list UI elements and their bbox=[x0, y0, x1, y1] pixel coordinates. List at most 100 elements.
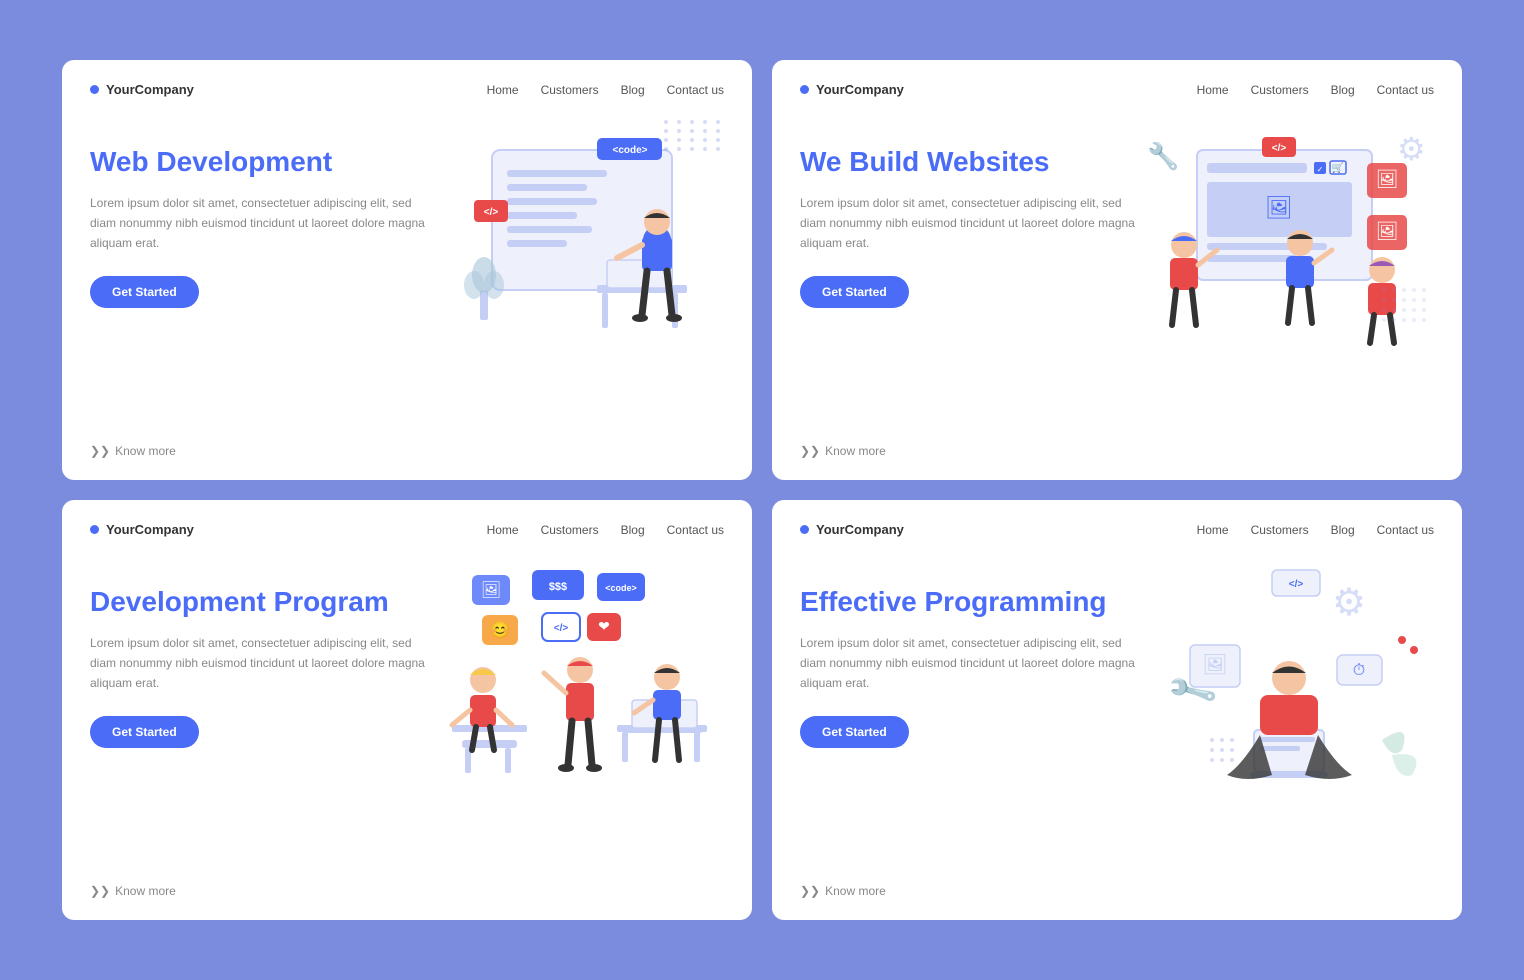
dots-decoration-1 bbox=[664, 120, 724, 151]
nav-home-3[interactable]: Home bbox=[487, 523, 519, 537]
card-desc-3: Lorem ipsum dolor sit amet, consectetuer… bbox=[90, 633, 430, 694]
card-desc-2: Lorem ipsum dolor sit amet, consectetuer… bbox=[800, 193, 1140, 254]
card-web-dev: YourCompany Home Customers Blog Contact … bbox=[62, 60, 752, 480]
nav-blog-1[interactable]: Blog bbox=[621, 83, 645, 97]
know-more-icon-2: ❯❯ bbox=[800, 444, 820, 458]
web-dev-svg: <code> </> bbox=[442, 130, 712, 360]
nav-blog-4[interactable]: Blog bbox=[1331, 523, 1355, 537]
card-title-3: Development Program bbox=[90, 585, 430, 619]
illustration-build-websites: ⚙ 🔧 ✓ 🛒 🖼 bbox=[1140, 115, 1434, 375]
know-more-4[interactable]: ❯❯ Know more bbox=[800, 884, 886, 898]
card-desc-4: Lorem ipsum dolor sit amet, consectetuer… bbox=[800, 633, 1140, 694]
know-more-2[interactable]: ❯❯ Know more bbox=[800, 444, 886, 458]
nav-blog-2[interactable]: Blog bbox=[1331, 83, 1355, 97]
nav-contact-4[interactable]: Contact us bbox=[1377, 523, 1434, 537]
get-started-btn-1[interactable]: Get Started bbox=[90, 276, 199, 308]
know-more-label-2: Know more bbox=[825, 444, 886, 458]
svg-text:❤: ❤ bbox=[598, 618, 610, 634]
svg-text:$$$: $$$ bbox=[549, 581, 567, 593]
card-nav-3: YourCompany Home Customers Blog Contact … bbox=[90, 522, 724, 537]
card-title-4: Effective Programming bbox=[800, 585, 1140, 619]
card-title-2: We Build Websites bbox=[800, 145, 1140, 179]
know-more-icon-1: ❯❯ bbox=[90, 444, 110, 458]
svg-text:⚙: ⚙ bbox=[1332, 582, 1366, 624]
card-nav-4: YourCompany Home Customers Blog Contact … bbox=[800, 522, 1434, 537]
svg-text:🖼: 🖼 bbox=[481, 581, 501, 599]
nav-home-4[interactable]: Home bbox=[1197, 523, 1229, 537]
nav-customers-3[interactable]: Customers bbox=[541, 523, 599, 537]
svg-text:🖼: 🖼 bbox=[1376, 221, 1399, 241]
get-started-btn-4[interactable]: Get Started bbox=[800, 716, 909, 748]
svg-text:🛒: 🛒 bbox=[1332, 161, 1344, 174]
brand-dot-3 bbox=[90, 525, 99, 534]
know-more-3[interactable]: ❯❯ Know more bbox=[90, 884, 176, 898]
illustration-eff-programming: </> ⚙ 🔧 🖼 ⏱ bbox=[1140, 555, 1434, 815]
svg-text:⏱: ⏱ bbox=[1353, 662, 1365, 679]
brand-dot-1 bbox=[90, 85, 99, 94]
nav-links-4: Home Customers Blog Contact us bbox=[1197, 523, 1434, 537]
nav-links-2: Home Customers Blog Contact us bbox=[1197, 83, 1434, 97]
card-content-4: Effective Programming Lorem ipsum dolor … bbox=[800, 555, 1434, 865]
brand-name-1: YourCompany bbox=[106, 82, 194, 97]
get-started-btn-3[interactable]: Get Started bbox=[90, 716, 199, 748]
card-content-1: Web Development Lorem ipsum dolor sit am… bbox=[90, 115, 724, 425]
illustration-dev-program: 🖼 $$$ <code> 😊 ❤ bbox=[430, 555, 724, 815]
nav-contact-1[interactable]: Contact us bbox=[667, 83, 724, 97]
nav-links-1: Home Customers Blog Contact us bbox=[487, 83, 724, 97]
card-text-1: Web Development Lorem ipsum dolor sit am… bbox=[90, 115, 430, 308]
card-nav-1: YourCompany Home Customers Blog Contact … bbox=[90, 82, 724, 97]
svg-text:<code>: <code> bbox=[612, 145, 647, 156]
card-text-2: We Build Websites Lorem ipsum dolor sit … bbox=[800, 115, 1140, 308]
illustration-web-dev: <code> </> bbox=[430, 115, 724, 375]
card-text-3: Development Program Lorem ipsum dolor si… bbox=[90, 555, 430, 748]
svg-text:</>: </> bbox=[484, 207, 499, 218]
brand-1: YourCompany bbox=[90, 82, 194, 97]
brand-3: YourCompany bbox=[90, 522, 194, 537]
svg-text:</>: </> bbox=[1289, 579, 1304, 590]
nav-customers-1[interactable]: Customers bbox=[541, 83, 599, 97]
dots-decoration-2 bbox=[1374, 280, 1434, 345]
card-content-2: We Build Websites Lorem ipsum dolor sit … bbox=[800, 115, 1434, 425]
svg-text:🔧: 🔧 bbox=[1147, 140, 1179, 171]
svg-text:🖼: 🖼 bbox=[1202, 654, 1227, 676]
card-dev-program: YourCompany Home Customers Blog Contact … bbox=[62, 500, 752, 920]
card-nav-2: YourCompany Home Customers Blog Contact … bbox=[800, 82, 1434, 97]
know-more-label-3: Know more bbox=[115, 884, 176, 898]
eff-programming-svg: </> ⚙ 🔧 🖼 ⏱ bbox=[1142, 565, 1432, 805]
dev-program-svg: 🖼 $$$ <code> 😊 ❤ bbox=[432, 565, 722, 805]
brand-name-2: YourCompany bbox=[816, 82, 904, 97]
know-more-1[interactable]: ❯❯ Know more bbox=[90, 444, 176, 458]
svg-text:⚙: ⚙ bbox=[1397, 131, 1426, 167]
nav-contact-3[interactable]: Contact us bbox=[667, 523, 724, 537]
brand-dot-2 bbox=[800, 85, 809, 94]
card-desc-1: Lorem ipsum dolor sit amet, consectetuer… bbox=[90, 193, 430, 254]
nav-links-3: Home Customers Blog Contact us bbox=[487, 523, 724, 537]
brand-name-3: YourCompany bbox=[106, 522, 194, 537]
nav-customers-4[interactable]: Customers bbox=[1251, 523, 1309, 537]
nav-contact-2[interactable]: Contact us bbox=[1377, 83, 1434, 97]
svg-text:😊: 😊 bbox=[490, 621, 510, 639]
brand-2: YourCompany bbox=[800, 82, 904, 97]
know-more-icon-4: ❯❯ bbox=[800, 884, 820, 898]
nav-home-1[interactable]: Home bbox=[487, 83, 519, 97]
nav-blog-3[interactable]: Blog bbox=[621, 523, 645, 537]
card-title-1: Web Development bbox=[90, 145, 430, 179]
card-build-websites: YourCompany Home Customers Blog Contact … bbox=[772, 60, 1462, 480]
nav-home-2[interactable]: Home bbox=[1197, 83, 1229, 97]
nav-customers-2[interactable]: Customers bbox=[1251, 83, 1309, 97]
svg-text:🖼: 🖼 bbox=[1376, 169, 1399, 189]
svg-text:✓: ✓ bbox=[1317, 165, 1324, 174]
card-eff-programming: YourCompany Home Customers Blog Contact … bbox=[772, 500, 1462, 920]
know-more-label-1: Know more bbox=[115, 444, 176, 458]
brand-4: YourCompany bbox=[800, 522, 904, 537]
brand-name-4: YourCompany bbox=[816, 522, 904, 537]
card-text-4: Effective Programming Lorem ipsum dolor … bbox=[800, 555, 1140, 748]
brand-dot-4 bbox=[800, 525, 809, 534]
svg-text:<code>: <code> bbox=[605, 583, 637, 593]
svg-text:</>: </> bbox=[1272, 143, 1287, 154]
svg-text:🖼: 🖼 bbox=[1265, 195, 1293, 220]
know-more-icon-3: ❯❯ bbox=[90, 884, 110, 898]
card-content-3: Development Program Lorem ipsum dolor si… bbox=[90, 555, 724, 865]
svg-text:</>: </> bbox=[554, 623, 569, 634]
get-started-btn-2[interactable]: Get Started bbox=[800, 276, 909, 308]
